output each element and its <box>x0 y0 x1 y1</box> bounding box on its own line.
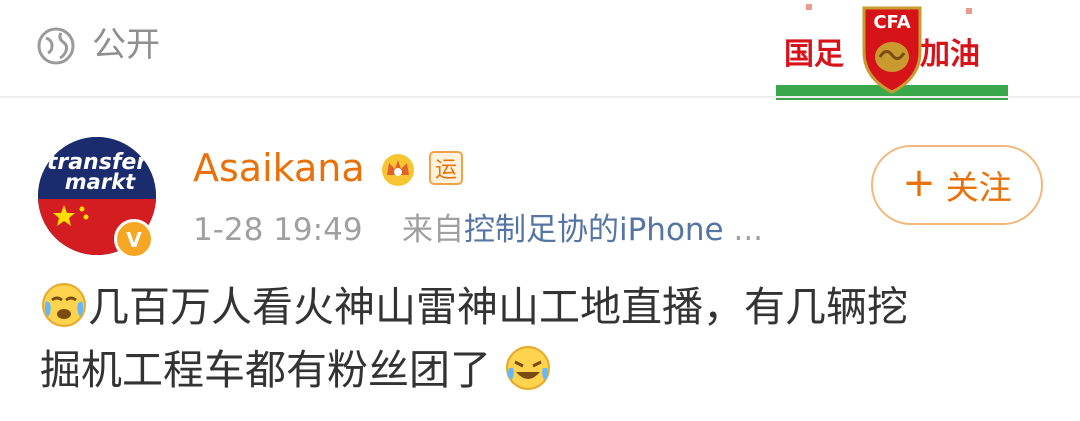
username[interactable]: Asaikana <box>193 144 365 192</box>
divider <box>0 96 1080 98</box>
post-time: 1-28 19:49 <box>193 212 363 248</box>
post-meta: 1-28 19:49 来自控制足协的iPhone ... <box>193 208 763 252</box>
badge-text-left: 国足 <box>784 37 844 72</box>
source-suffix: ... <box>723 212 764 248</box>
laughing-tears-emoji <box>506 346 551 390</box>
post-text: 几百万人看火神山雷神山工地直播，有几辆挖 掘机工程车都有粉丝团了 <box>40 276 1050 402</box>
vip-icon: 运 <box>429 151 463 185</box>
plus-icon: + <box>902 160 936 206</box>
source-link[interactable]: 控制足协的iPhone <box>464 212 724 248</box>
badge-text-right: 加油 <box>920 37 980 72</box>
visibility-label[interactable]: 公开 <box>92 22 160 68</box>
globe-icon <box>37 27 75 65</box>
follow-button[interactable]: + 关注 <box>871 145 1043 225</box>
post-text-line2: 掘机工程车都有粉丝团了 <box>40 346 491 394</box>
verified-v-text: V <box>126 228 142 252</box>
source-prefix: 来自 <box>401 212 464 248</box>
post-text-line1: 几百万人看火神山雷神山工地直播，有几辆挖 <box>88 283 908 331</box>
crying-face-emoji <box>42 283 86 327</box>
crown-icon <box>382 154 414 186</box>
follow-label: 关注 <box>945 168 1012 207</box>
top-bar: 公开 国足 加油 CFA <box>0 0 1080 100</box>
cfa-badge-icon: 国足 加油 CFA <box>776 4 1008 100</box>
badge-emblem-text: CFA <box>873 12 910 33</box>
vip-text: 运 <box>435 158 457 183</box>
verified-v-icon: V <box>114 219 154 259</box>
avatar-brand-line2: markt <box>65 170 136 194</box>
